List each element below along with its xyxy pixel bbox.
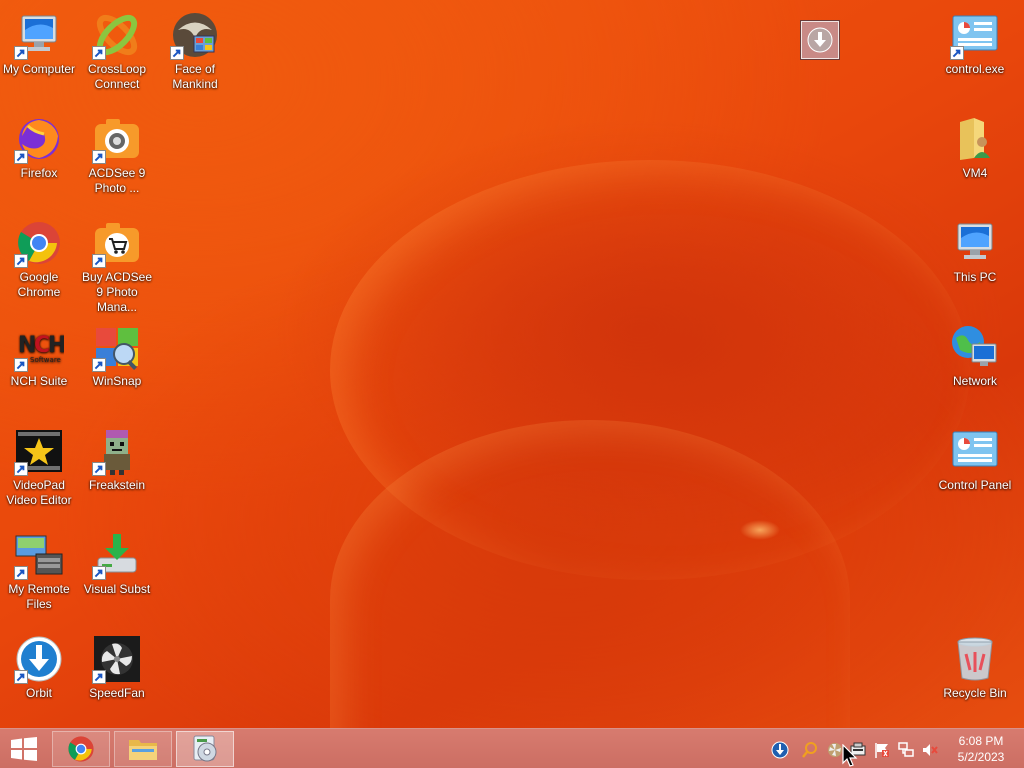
system-clock[interactable]: 6:08 PM 5/2/2023: [946, 733, 1016, 765]
desktop-icon-network[interactable]: Network: [936, 316, 1014, 389]
desktop-icon-label: control.exe: [945, 62, 1005, 76]
face-of-mankind-icon: [170, 10, 220, 60]
desktop-icon-vm4[interactable]: VM4: [936, 108, 1014, 181]
computer-icon: [14, 10, 64, 60]
acdsee-buy-icon: [92, 218, 142, 268]
desktop-icon-label: ACDSee 9 Photo ...: [88, 166, 146, 195]
search-icon[interactable]: [801, 741, 819, 759]
freakstein-icon: [92, 426, 142, 476]
desktop-icon-face-of-mankind[interactable]: Face of Mankind: [156, 4, 234, 92]
folder-user-icon: [950, 114, 1000, 164]
desktop-icon-label: WinSnap: [92, 374, 142, 388]
recycle-bin-icon: [950, 634, 1000, 684]
orbit-icon: [14, 634, 64, 684]
desktop-icon-label: VM4: [962, 166, 988, 180]
desktop-icon-visual-subst[interactable]: Visual Subst: [78, 524, 156, 597]
desktop-icon-my-computer[interactable]: My Computer: [0, 4, 78, 77]
desktop-icon-freakstein[interactable]: Freakstein: [78, 420, 156, 493]
disk-icon: [193, 735, 217, 762]
desktop-icon-label: Google Chrome: [17, 270, 61, 299]
desktop-icon-label: Face of Mankind: [172, 62, 218, 91]
desktop-icon-label: CrossLoop Connect: [87, 62, 147, 91]
desktop-icon-control-panel[interactable]: Control Panel: [936, 420, 1014, 493]
desktop-icon-label: Recycle Bin: [943, 686, 1007, 700]
desktop-icon-label: NCH Suite: [10, 374, 68, 388]
desktop-icon-label: Control Panel: [938, 478, 1012, 492]
orbit-download-icon[interactable]: [771, 741, 789, 759]
download-arrow-icon: [807, 27, 833, 53]
desktop-icon-winsnap[interactable]: WinSnap: [78, 316, 156, 389]
acdsee-icon: [92, 114, 142, 164]
firefox-icon: [14, 114, 64, 164]
start-button[interactable]: [0, 729, 48, 768]
crossloop-icon: [92, 10, 142, 60]
taskbar-file-explorer-button[interactable]: [114, 731, 172, 767]
svg-text:Software: Software: [30, 356, 61, 364]
winsnap-icon: [92, 322, 142, 372]
clock-time: 6:08 PM: [958, 734, 1004, 748]
desktop-icon-label: SpeedFan: [89, 686, 145, 700]
wallpaper-glow: [740, 520, 780, 540]
desktop-icon-orbit[interactable]: Orbit: [0, 628, 78, 701]
nch-suite-icon: N C H Software: [14, 322, 64, 372]
desktop-icon-my-remote-files[interactable]: My Remote Files: [0, 524, 78, 612]
desktop-icon-videopad[interactable]: VideoPad Video Editor: [0, 420, 78, 508]
svg-text:H: H: [48, 333, 64, 358]
download-widget[interactable]: [801, 21, 839, 59]
desktop-icon-label: Freakstein: [88, 478, 146, 492]
speedfan-icon: [92, 634, 142, 684]
remote-files-icon: [14, 530, 64, 580]
control-panel-icon: [950, 10, 1000, 60]
network-tray-icon[interactable]: [897, 741, 915, 759]
clock-date: 5/2/2023: [957, 750, 1005, 764]
desktop-icon-label: My Remote Files: [8, 582, 70, 611]
desktop-icon-label: Firefox: [20, 166, 58, 180]
taskbar: 6:08 PM 5/2/2023: [0, 728, 1024, 768]
videopad-icon: [14, 426, 64, 476]
desktop-icon-label: Orbit: [25, 686, 52, 700]
mouse-cursor-icon: [842, 744, 858, 767]
computer-icon: [950, 218, 1000, 268]
action-center-flag-icon[interactable]: [873, 741, 891, 759]
desktop-icon-nch-suite[interactable]: N C H Software NCH Suite: [0, 316, 78, 389]
desktop-icon-label: Visual Subst: [83, 582, 151, 596]
chrome-icon: [14, 218, 64, 268]
windows-logo-icon: [11, 737, 37, 761]
desktop-icon-speedfan[interactable]: SpeedFan: [78, 628, 156, 701]
taskbar-chrome-button[interactable]: [52, 731, 110, 767]
file-explorer-icon: [129, 740, 157, 760]
control-panel-icon: [950, 426, 1000, 476]
desktop-icon-buy-acdsee[interactable]: Buy ACDSee 9 Photo Mana...: [78, 212, 156, 315]
chrome-icon: [68, 736, 94, 762]
desktop-icon-label: Buy ACDSee 9 Photo Mana...: [81, 270, 153, 314]
desktop-icon-label: My Computer: [2, 62, 76, 76]
desktop-icon-google-chrome[interactable]: Google Chrome: [0, 212, 78, 300]
volume-muted-icon[interactable]: [921, 741, 939, 759]
desktop-icon-acdsee[interactable]: ACDSee 9 Photo ...: [78, 108, 156, 196]
desktop-icon-firefox[interactable]: Firefox: [0, 108, 78, 181]
desktop-icon-control-exe[interactable]: control.exe: [936, 4, 1014, 77]
desktop-icon-recycle-bin[interactable]: Recycle Bin: [936, 628, 1014, 701]
desktop-icon-label: Network: [952, 374, 997, 388]
desktop-icon-label: This PC: [953, 270, 997, 284]
desktop-icon-this-pc[interactable]: This PC: [936, 212, 1014, 285]
wallpaper-swirl: [330, 420, 850, 768]
network-icon: [950, 322, 1000, 372]
taskbar-visual-subst-button[interactable]: [176, 731, 234, 767]
desktop-icon-crossloop[interactable]: CrossLoop Connect: [78, 4, 156, 92]
visual-subst-icon: [92, 530, 142, 580]
desktop-icon-label: VideoPad Video Editor: [6, 478, 72, 507]
